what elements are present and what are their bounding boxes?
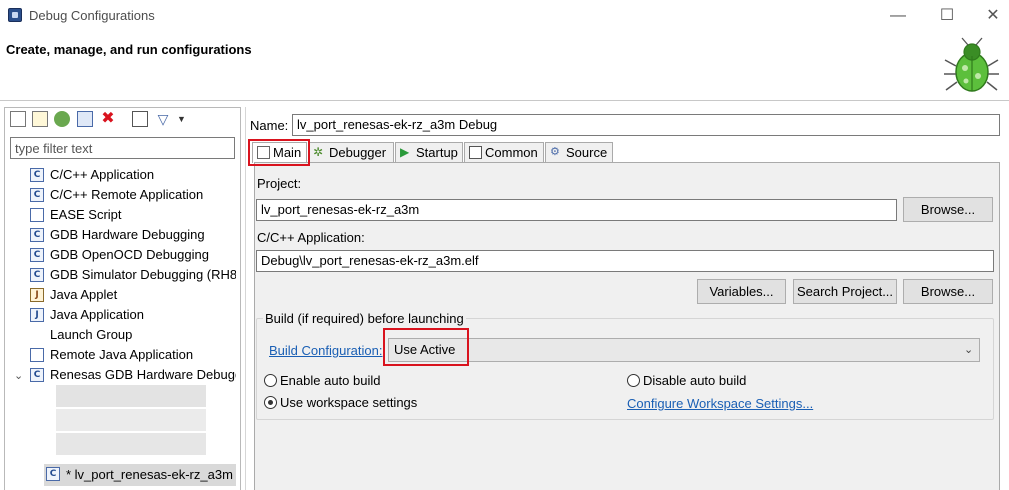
search-project-button[interactable]: Search Project... bbox=[793, 279, 897, 304]
debugger-icon: ✲ bbox=[313, 145, 324, 159]
new-config-icon[interactable] bbox=[10, 111, 26, 127]
tree-item-cpp-application[interactable]: C C/C++ Application bbox=[30, 165, 236, 185]
filter-icon[interactable]: ▽ bbox=[155, 111, 171, 127]
tree-item-label: Renesas GDB Hardware Debugging bbox=[50, 367, 236, 382]
cpp-app-icon: C bbox=[30, 368, 44, 382]
common-icon bbox=[469, 146, 482, 159]
tree-item-label: Java Applet bbox=[50, 287, 118, 302]
minimize-button[interactable]: — bbox=[888, 6, 908, 26]
remote-java-icon bbox=[30, 348, 44, 362]
enable-auto-build-radio[interactable] bbox=[264, 374, 277, 387]
tree-item-remote-java-application[interactable]: Remote Java Application bbox=[30, 345, 236, 365]
use-workspace-settings-radio[interactable] bbox=[264, 396, 277, 409]
tab-label: Common bbox=[485, 145, 538, 160]
disable-auto-build-label: Disable auto build bbox=[643, 373, 747, 388]
cpp-app-icon: C bbox=[30, 248, 44, 262]
view-menu-chevron-down-icon[interactable]: ▼ bbox=[177, 111, 193, 127]
name-label: Name: bbox=[250, 118, 289, 133]
tab-debugger[interactable]: ✲ Debugger bbox=[308, 142, 394, 163]
app-icon bbox=[8, 8, 22, 22]
redacted-item bbox=[56, 385, 206, 407]
cpp-app-icon: C bbox=[30, 268, 44, 282]
window-title: Debug Configurations bbox=[29, 8, 155, 23]
cpp-app-icon: C bbox=[30, 168, 44, 182]
cpp-app-icon: C bbox=[46, 467, 60, 481]
browse-project-button[interactable]: Browse... bbox=[903, 197, 993, 222]
filter-input[interactable] bbox=[10, 137, 235, 159]
tree-item-gdb-openocd-debugging[interactable]: C GDB OpenOCD Debugging bbox=[30, 245, 236, 265]
tree-item-label: Launch Group bbox=[50, 327, 133, 342]
highlight-box-use-active bbox=[383, 328, 469, 366]
script-icon bbox=[30, 208, 44, 222]
new-prototype-icon[interactable] bbox=[32, 111, 48, 127]
disable-auto-build-radio[interactable] bbox=[627, 374, 640, 387]
tree-item-label: GDB Simulator Debugging (RH850) bbox=[50, 267, 236, 282]
tab-startup[interactable]: ▶ Startup bbox=[395, 142, 463, 163]
tree-item-label: GDB OpenOCD Debugging bbox=[50, 247, 209, 262]
tree-item-gdb-hardware-debugging[interactable]: C GDB Hardware Debugging bbox=[30, 225, 236, 245]
chevron-down-icon[interactable]: ⌄ bbox=[14, 369, 23, 382]
build-configuration-select[interactable]: Use Active bbox=[388, 338, 980, 362]
configure-workspace-settings-link[interactable]: Configure Workspace Settings... bbox=[627, 396, 813, 411]
duplicate-icon[interactable] bbox=[77, 111, 93, 127]
java-applet-icon: J bbox=[30, 288, 44, 302]
redacted-item bbox=[56, 433, 206, 455]
source-icon: ⚙ bbox=[550, 146, 560, 158]
cpp-application-label: C/C++ Application: bbox=[257, 230, 365, 245]
tree-item-label: Java Application bbox=[50, 307, 144, 322]
tab-common[interactable]: Common bbox=[464, 142, 544, 163]
java-app-icon: J bbox=[30, 308, 44, 322]
project-label: Project: bbox=[257, 176, 302, 191]
tree-item-java-applet[interactable]: J Java Applet bbox=[30, 285, 236, 305]
delete-icon[interactable]: ✖ bbox=[100, 111, 116, 127]
browse-application-button[interactable]: Browse... bbox=[903, 279, 993, 304]
cpp-app-icon: C bbox=[30, 188, 44, 202]
export-icon[interactable] bbox=[54, 111, 70, 127]
launch-group-icon bbox=[30, 328, 44, 342]
highlight-box-main-tab bbox=[248, 139, 310, 166]
tree-item-java-application[interactable]: J Java Application bbox=[30, 305, 236, 325]
tree-item-label: EASE Script bbox=[50, 207, 122, 222]
chevron-down-icon[interactable]: ⌄ bbox=[964, 343, 973, 356]
tab-label: Startup bbox=[416, 145, 458, 160]
redacted-item bbox=[56, 409, 206, 431]
project-input[interactable]: lv_port_renesas-ek-rz_a3m bbox=[256, 199, 897, 221]
tree-item-label: Remote Java Application bbox=[50, 347, 194, 362]
name-input[interactable]: lv_port_renesas-ek-rz_a3m Debug bbox=[292, 114, 1000, 136]
build-group-label: Build (if required) before launching bbox=[263, 311, 466, 326]
tree-item-cpp-remote-application[interactable]: C C/C++ Remote Application bbox=[30, 185, 236, 205]
collapse-all-icon[interactable] bbox=[132, 111, 148, 127]
tab-label: Source bbox=[566, 145, 608, 160]
variables-button[interactable]: Variables... bbox=[697, 279, 786, 304]
tree-item-label: C/C++ Remote Application bbox=[50, 187, 204, 202]
tree-item-ease-script[interactable]: EASE Script bbox=[30, 205, 236, 225]
maximize-button[interactable]: ☐ bbox=[937, 6, 957, 26]
tree-item-gdb-simulator-debugging[interactable]: C GDB Simulator Debugging (RH850) bbox=[30, 265, 236, 285]
bug-icon bbox=[944, 37, 999, 92]
enable-auto-build-label: Enable auto build bbox=[280, 373, 381, 388]
play-icon: ▶ bbox=[400, 145, 410, 159]
header-title: Create, manage, and run configurations bbox=[6, 42, 252, 57]
build-configuration-link[interactable]: Build Configuration: bbox=[269, 343, 382, 358]
cpp-application-input[interactable]: Debug\lv_port_renesas-ek-rz_a3m.elf bbox=[256, 250, 994, 272]
selected-config-label: * lv_port_renesas-ek-rz_a3m Debug bbox=[66, 467, 234, 482]
tree-item-label: GDB Hardware Debugging bbox=[50, 227, 205, 242]
use-workspace-settings-label: Use workspace settings bbox=[280, 395, 418, 410]
tree-item-launch-group[interactable]: Launch Group bbox=[30, 325, 236, 345]
tab-source[interactable]: ⚙ Source bbox=[545, 142, 613, 163]
tree-item-label: C/C++ Application bbox=[50, 167, 155, 182]
cpp-app-icon: C bbox=[30, 228, 44, 242]
tab-label: Debugger bbox=[329, 145, 387, 160]
tree-item-renesas-gdb-hardware-debugging[interactable]: C Renesas GDB Hardware Debugging bbox=[30, 365, 236, 385]
header-separator bbox=[0, 100, 1009, 101]
close-button[interactable]: ✕ bbox=[983, 6, 1003, 26]
